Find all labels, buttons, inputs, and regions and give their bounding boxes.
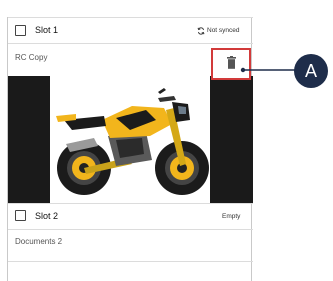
sync-icon bbox=[197, 27, 205, 35]
slot1-preview[interactable] bbox=[8, 76, 253, 203]
letterbox-right bbox=[210, 76, 253, 203]
slot1-checkbox[interactable] bbox=[15, 25, 26, 36]
slot2-label: Slot 2 bbox=[35, 211, 59, 221]
slot2-checkbox[interactable] bbox=[15, 210, 26, 221]
motorcycle-image bbox=[56, 88, 209, 195]
slot1-divider bbox=[8, 43, 253, 44]
callout-leader-line bbox=[240, 67, 296, 73]
slot2-subtitle: Documents 2 bbox=[15, 237, 63, 246]
top-divider bbox=[8, 17, 253, 18]
slot2-divider bbox=[8, 229, 253, 230]
bottom-divider bbox=[8, 261, 253, 262]
slot2-status: Empty bbox=[222, 213, 241, 220]
trash-icon bbox=[227, 56, 236, 69]
slot2-top-divider bbox=[8, 203, 253, 204]
slot1-subtitle: RC Copy bbox=[15, 53, 48, 62]
slot1-label: Slot 1 bbox=[35, 25, 59, 35]
callout-badge: A bbox=[294, 54, 328, 88]
slot1-status: Not synced bbox=[207, 27, 240, 34]
letterbox-left bbox=[8, 76, 50, 203]
